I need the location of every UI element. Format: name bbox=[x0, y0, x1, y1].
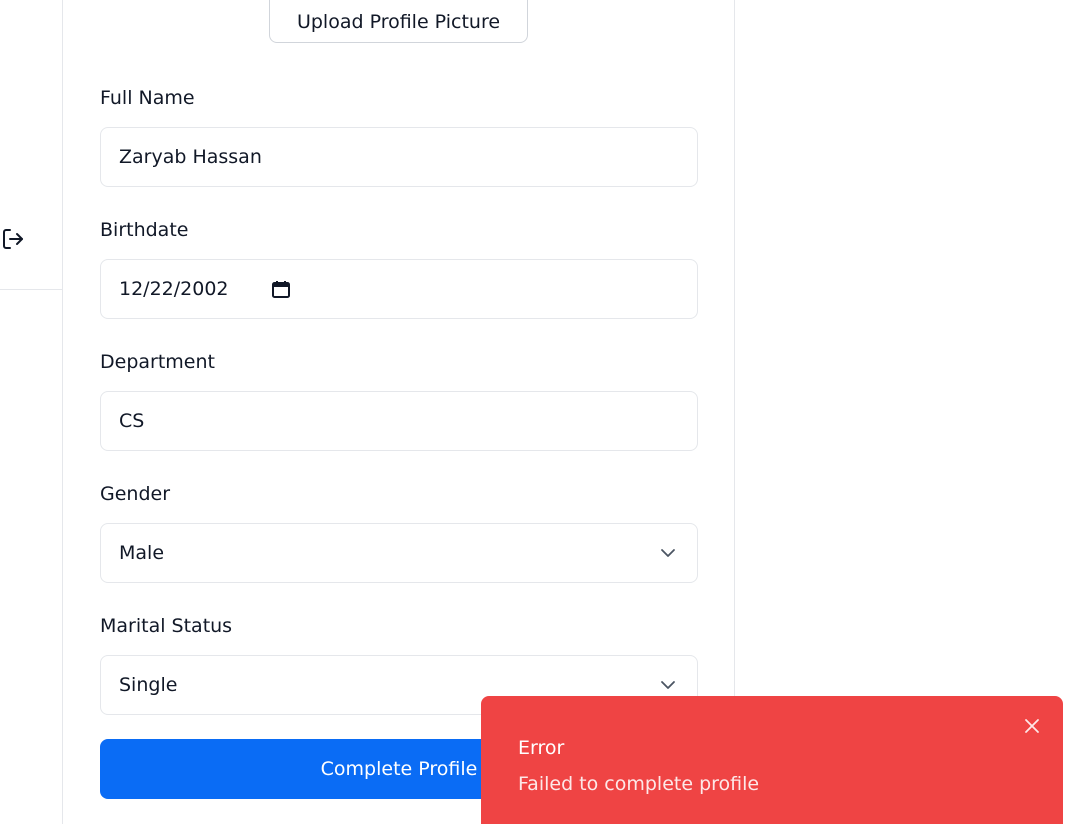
gender-label: Gender bbox=[100, 483, 171, 505]
birthdate-value: 12/22/2002 bbox=[119, 278, 229, 300]
toast-message: Failed to complete profile bbox=[518, 773, 760, 795]
marital-status-value: Single bbox=[119, 674, 178, 696]
birthdate-input[interactable]: 12/22/2002 bbox=[100, 259, 698, 319]
toast-close-button[interactable] bbox=[1022, 718, 1042, 738]
marital-status-label: Marital Status bbox=[100, 615, 233, 637]
birthdate-label: Birthdate bbox=[100, 219, 189, 241]
sidebar bbox=[0, 0, 63, 824]
sidebar-divider bbox=[0, 289, 63, 290]
full-name-label: Full Name bbox=[100, 87, 195, 109]
department-label: Department bbox=[100, 351, 215, 373]
chevron-down-icon bbox=[659, 544, 677, 562]
department-input[interactable]: CS bbox=[100, 391, 698, 451]
toast-title: Error bbox=[518, 737, 565, 759]
chevron-down-icon bbox=[659, 676, 677, 694]
full-name-input[interactable]: Zaryab Hassan bbox=[100, 127, 698, 187]
upload-profile-picture-button[interactable]: Upload Profile Picture bbox=[269, 0, 528, 43]
gender-select[interactable]: Male bbox=[100, 523, 698, 583]
error-toast: Error Failed to complete profile bbox=[481, 696, 1063, 824]
gender-value: Male bbox=[119, 542, 165, 564]
close-icon bbox=[1024, 718, 1040, 738]
full-name-value: Zaryab Hassan bbox=[119, 146, 262, 168]
logout-button[interactable] bbox=[0, 228, 26, 254]
calendar-icon[interactable] bbox=[271, 279, 291, 299]
logout-icon bbox=[1, 227, 25, 255]
department-value: CS bbox=[119, 410, 145, 432]
